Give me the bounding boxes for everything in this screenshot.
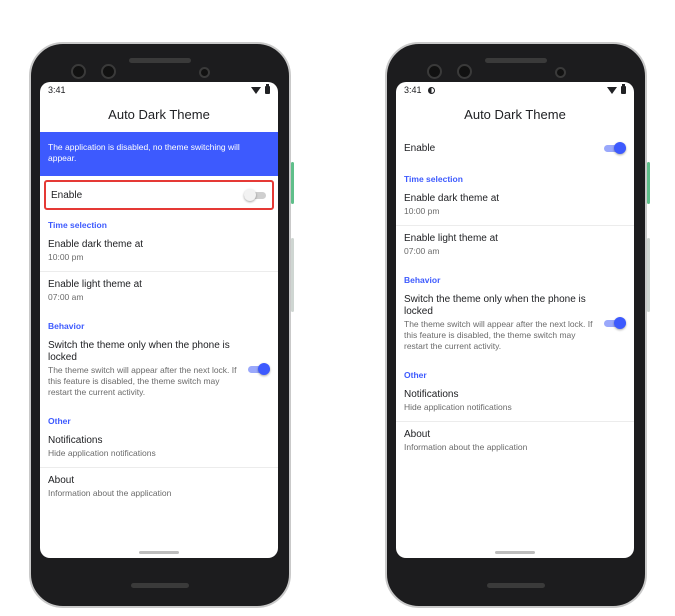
item-title: About: [404, 429, 431, 440]
light-theme-time-item[interactable]: Enable light theme at 07:00 am: [396, 226, 634, 265]
status-time: 3:41: [48, 85, 66, 95]
section-behavior: Behavior: [48, 321, 85, 331]
wifi-icon: [251, 86, 261, 94]
switch-when-locked-item[interactable]: Switch the theme only when the phone is …: [40, 333, 278, 406]
home-indicator[interactable]: [139, 551, 179, 554]
toggle-thumb: [244, 189, 256, 201]
power-button: [291, 162, 294, 204]
enable-label: Enable: [51, 189, 83, 201]
front-camera: [427, 64, 442, 79]
item-subtitle: Information about the application: [48, 488, 172, 498]
top-speaker: [485, 58, 547, 63]
power-button: [647, 162, 650, 204]
volume-button: [647, 238, 650, 312]
wifi-icon: [607, 86, 617, 94]
switch-when-locked-item[interactable]: Switch the theme only when the phone is …: [396, 287, 634, 360]
item-subtitle: 07:00 am: [404, 246, 440, 256]
status-bar: 3:41: [396, 82, 634, 98]
volume-button: [291, 238, 294, 312]
toggle-thumb: [614, 142, 626, 154]
screen: 3:41 Auto Dark Theme The application is …: [40, 82, 278, 558]
notifications-item[interactable]: Notifications Hide application notificat…: [396, 382, 634, 422]
page-title: Auto Dark Theme: [464, 107, 566, 122]
section-time-selection: Time selection: [48, 220, 107, 230]
enable-toggle[interactable]: [244, 189, 266, 201]
enable-row[interactable]: Enable: [44, 180, 274, 210]
item-title: Enable light theme at: [404, 233, 498, 244]
item-title: About: [48, 475, 75, 486]
bottom-speaker: [131, 583, 189, 588]
item-subtitle: 07:00 am: [48, 292, 84, 302]
front-camera: [71, 64, 86, 79]
item-subtitle: The theme switch will appear after the n…: [404, 319, 593, 351]
proximity-sensor: [555, 67, 566, 78]
notifications-item[interactable]: Notifications Hide application notificat…: [40, 428, 278, 468]
item-subtitle: Information about the application: [404, 442, 528, 452]
home-indicator[interactable]: [495, 551, 535, 554]
item-subtitle: Hide application notifications: [404, 402, 512, 412]
front-camera-secondary: [101, 64, 116, 79]
status-bar: 3:41: [40, 82, 278, 98]
status-time: 3:41: [404, 85, 422, 95]
toggle-thumb: [258, 363, 270, 375]
phone-right: 3:41 Auto Dark Theme Enable Time selecti…: [385, 42, 650, 608]
section-time-selection: Time selection: [404, 174, 463, 184]
item-subtitle: The theme switch will appear after the n…: [48, 365, 237, 397]
page-title: Auto Dark Theme: [108, 107, 210, 122]
bottom-speaker: [487, 583, 545, 588]
section-other: Other: [48, 416, 71, 426]
switch-when-locked-toggle[interactable]: [248, 363, 270, 375]
battery-icon: [621, 84, 626, 94]
enable-toggle[interactable]: [604, 142, 626, 154]
item-subtitle: Hide application notifications: [48, 448, 156, 458]
enable-label: Enable: [404, 142, 436, 154]
section-behavior: Behavior: [404, 275, 441, 285]
item-subtitle: 10:00 pm: [48, 252, 84, 262]
dark-theme-time-item[interactable]: Enable dark theme at 10:00 pm: [396, 186, 634, 226]
switch-when-locked-toggle[interactable]: [604, 317, 626, 329]
section-other: Other: [404, 370, 427, 380]
disabled-banner: The application is disabled, no theme sw…: [40, 132, 278, 176]
item-title: Notifications: [48, 435, 103, 446]
enable-row[interactable]: Enable: [396, 132, 634, 164]
proximity-sensor: [199, 67, 210, 78]
top-speaker: [129, 58, 191, 63]
battery-icon: [265, 84, 270, 94]
screen: 3:41 Auto Dark Theme Enable Time selecti…: [396, 82, 634, 558]
item-subtitle: 10:00 pm: [404, 206, 440, 216]
dark-theme-time-item[interactable]: Enable dark theme at 10:00 pm: [40, 232, 278, 272]
dark-mode-status-icon: [427, 86, 435, 94]
front-camera-secondary: [457, 64, 472, 79]
item-title: Enable dark theme at: [48, 239, 144, 250]
light-theme-time-item[interactable]: Enable light theme at 07:00 am: [40, 272, 278, 311]
toggle-thumb: [614, 317, 626, 329]
item-title: Switch the theme only when the phone is …: [48, 340, 230, 363]
item-title: Switch the theme only when the phone is …: [404, 294, 586, 317]
phone-left: 3:41 Auto Dark Theme The application is …: [29, 42, 294, 608]
about-item[interactable]: About Information about the application: [40, 468, 278, 507]
item-title: Enable dark theme at: [404, 193, 500, 204]
item-title: Enable light theme at: [48, 279, 142, 290]
about-item[interactable]: About Information about the application: [396, 422, 634, 461]
item-title: Notifications: [404, 389, 459, 400]
